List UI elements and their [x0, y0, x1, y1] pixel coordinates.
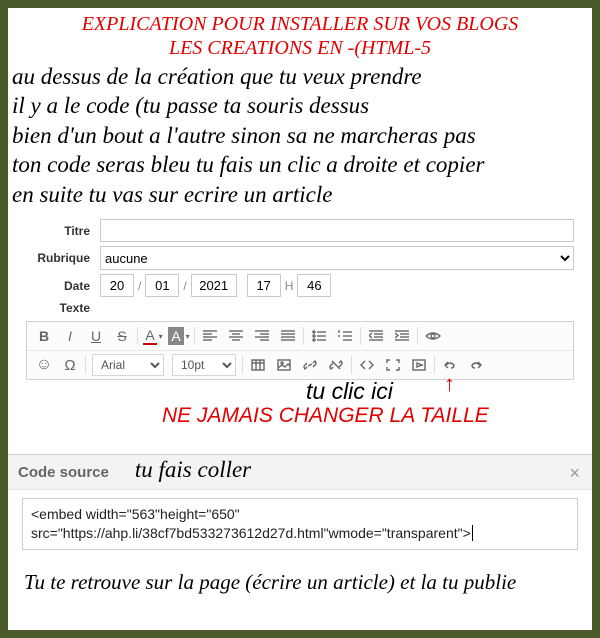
- annotation-row2: NE JAMAIS CHANGER LA TAILLE: [26, 410, 574, 436]
- bold-button[interactable]: B: [31, 324, 57, 348]
- intro-l5: en suite tu vas sur ecrire un article: [12, 180, 588, 209]
- number-list-icon[interactable]: [332, 324, 358, 348]
- titre-label: Titre: [26, 224, 100, 238]
- editor-form: Titre Rubrique aucune Date / / H Texte: [8, 219, 592, 436]
- month-input[interactable]: [145, 274, 179, 297]
- ne-jamais-text: NE JAMAIS CHANGER LA TAILLE: [162, 404, 489, 428]
- link-icon[interactable]: [297, 353, 323, 377]
- emoji-button[interactable]: ☺: [31, 353, 57, 377]
- intro-block: au dessus de la création que tu veux pre…: [8, 60, 592, 215]
- document-frame: EXPLICATION POUR INSTALLER SUR VOS BLOGS…: [8, 8, 592, 630]
- editor-toolbar: B I U S A▾ A▾: [26, 321, 574, 380]
- rubrique-label: Rubrique: [26, 251, 100, 265]
- title-line2: LES CREATIONS EN -(HTML-5: [169, 37, 431, 59]
- align-right-icon[interactable]: [249, 324, 275, 348]
- main-title: EXPLICATION POUR INSTALLER SUR VOS BLOGS…: [8, 8, 592, 60]
- close-icon[interactable]: ×: [569, 463, 580, 484]
- size-select[interactable]: 10pt: [172, 354, 236, 376]
- bg-color-button[interactable]: A▾: [166, 324, 192, 348]
- cursor: [472, 525, 473, 541]
- underline-button[interactable]: U: [83, 324, 109, 348]
- indent-icon[interactable]: [389, 324, 415, 348]
- code-source-bar: Code source tu fais coller ×: [8, 454, 592, 490]
- intro-l4: ton code seras bleu tu fais un clic a dr…: [12, 150, 588, 179]
- bullet-list-icon[interactable]: [306, 324, 332, 348]
- day-input[interactable]: [100, 274, 134, 297]
- code-textarea[interactable]: <embed width="563"height="650" src="http…: [22, 498, 578, 550]
- rubrique-select[interactable]: aucune: [100, 246, 574, 270]
- unlink-icon[interactable]: [323, 353, 349, 377]
- font-select[interactable]: Arial: [92, 354, 164, 376]
- align-center-icon[interactable]: [223, 324, 249, 348]
- coller-text: tu fais coller: [135, 457, 251, 483]
- date-label: Date: [26, 279, 100, 293]
- title-line1: EXPLICATION POUR INSTALLER SUR VOS BLOGS: [82, 13, 519, 35]
- h-sep: H: [281, 279, 298, 293]
- fullscreen-icon[interactable]: [380, 353, 406, 377]
- align-justify-icon[interactable]: [275, 324, 301, 348]
- text-color-button[interactable]: A▾: [140, 324, 166, 348]
- media-icon[interactable]: [406, 353, 432, 377]
- intro-l2: il y a le code (tu passe ta souris dessu…: [12, 91, 588, 120]
- code-source-label: Code source: [18, 464, 109, 481]
- code-content: <embed width="563"height="650" src="http…: [31, 506, 471, 541]
- year-input[interactable]: [191, 274, 237, 297]
- align-left-icon[interactable]: [197, 324, 223, 348]
- special-char-button[interactable]: Ω: [57, 353, 83, 377]
- minute-input[interactable]: [297, 274, 331, 297]
- clic-ici-text: tu clic ici: [306, 378, 393, 405]
- source-code-icon[interactable]: [354, 353, 380, 377]
- intro-l1: au dessus de la création que tu veux pre…: [12, 62, 588, 91]
- texte-label: Texte: [26, 301, 100, 315]
- outdent-icon[interactable]: [363, 324, 389, 348]
- redo-icon[interactable]: [463, 353, 489, 377]
- arrow-icon: ↑: [444, 371, 455, 397]
- preview-icon[interactable]: [420, 324, 446, 348]
- intro-l3: bien d'un bout a l'autre sinon sa ne mar…: [12, 121, 588, 150]
- slash-sep: /: [179, 279, 190, 293]
- strike-button[interactable]: S: [109, 324, 135, 348]
- titre-input[interactable]: [100, 219, 574, 242]
- table-icon[interactable]: [245, 353, 271, 377]
- hour-input[interactable]: [247, 274, 281, 297]
- final-text: Tu te retrouve sur la page (écrire un ar…: [8, 558, 592, 595]
- image-icon[interactable]: [271, 353, 297, 377]
- italic-button[interactable]: I: [57, 324, 83, 348]
- slash-sep: /: [134, 279, 145, 293]
